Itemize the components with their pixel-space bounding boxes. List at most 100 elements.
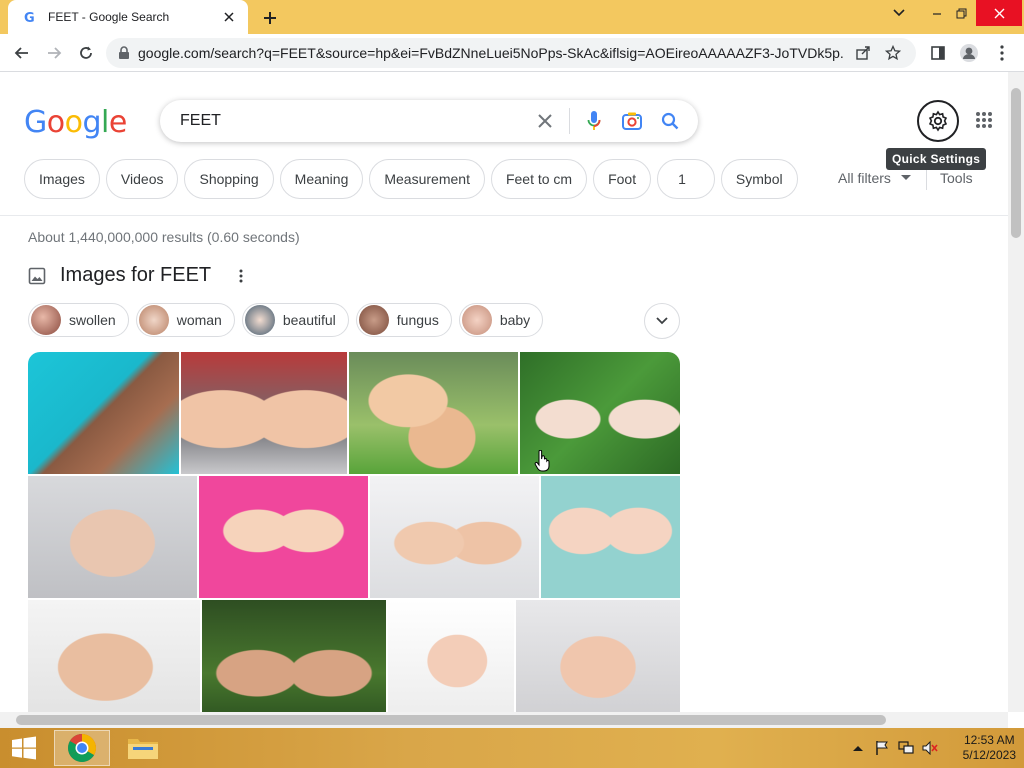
search-box[interactable]: FEET: [160, 100, 698, 142]
related-chip-woman[interactable]: woman: [135, 303, 235, 337]
image-result[interactable]: [28, 476, 197, 598]
camera-lens-icon[interactable]: [618, 107, 646, 135]
svg-text:G: G: [24, 11, 35, 24]
share-icon[interactable]: [852, 42, 874, 64]
more-options-icon[interactable]: [231, 266, 251, 286]
tab-close-icon[interactable]: [220, 8, 238, 26]
profile-avatar-icon[interactable]: [957, 41, 981, 65]
image-result[interactable]: [388, 600, 514, 712]
new-tab-icon[interactable]: [258, 6, 282, 30]
logo-letter: l: [101, 105, 109, 140]
related-chip-baby[interactable]: baby: [458, 303, 544, 337]
clock-date: 5/12/2023: [962, 748, 1016, 762]
filter-chip-videos[interactable]: Videos: [105, 159, 179, 199]
clear-search-icon[interactable]: [531, 107, 559, 135]
filter-chip-symbol[interactable]: Symbol: [720, 159, 798, 199]
action-center-flag-icon[interactable]: [874, 740, 890, 756]
image-result[interactable]: [28, 352, 179, 474]
logo-letter: g: [82, 105, 102, 140]
tab-search-chevron-icon[interactable]: [884, 0, 914, 26]
voice-search-microphone-icon[interactable]: [580, 107, 608, 135]
filter-chip-1[interactable]: 1: [657, 159, 715, 199]
all-filters-button[interactable]: All filters: [838, 170, 911, 186]
chip-thumbnail: [358, 305, 389, 335]
google-apps-grid-icon[interactable]: [972, 108, 996, 132]
restore-icon[interactable]: [946, 0, 976, 26]
related-chip-label: swollen: [69, 312, 116, 328]
filter-chip-feet-to-cm[interactable]: Feet to cm: [490, 159, 588, 199]
image-result[interactable]: [28, 600, 200, 712]
dropdown-caret-icon: [900, 175, 911, 181]
images-heading[interactable]: Images for FEET: [60, 264, 211, 287]
image-result[interactable]: [541, 476, 680, 598]
logo-letter: o: [64, 105, 83, 140]
image-row: [28, 352, 680, 474]
window-close-icon[interactable]: [976, 0, 1022, 26]
tab-title: FEET - Google Search: [48, 10, 170, 24]
image-result[interactable]: [181, 352, 347, 474]
vertical-scrollbar[interactable]: [1008, 72, 1024, 712]
filter-chip-shopping[interactable]: Shopping: [184, 159, 274, 199]
back-arrow-icon[interactable]: [10, 41, 34, 65]
image-row: [28, 476, 680, 598]
related-chip-label: fungus: [396, 312, 439, 328]
filter-chip-foot[interactable]: Foot: [593, 159, 652, 199]
image-icon: [28, 267, 46, 285]
horizontal-scroll-thumb[interactable]: [16, 715, 886, 725]
logo-letter: G: [24, 105, 47, 140]
image-result[interactable]: [349, 352, 518, 474]
file-explorer-folder-icon[interactable]: [120, 730, 166, 766]
related-chip-label: beautiful: [282, 312, 336, 328]
related-chip-swollen[interactable]: swollen: [28, 303, 129, 337]
network-icon[interactable]: [898, 740, 914, 756]
quick-settings-tooltip: Quick Settings: [886, 148, 987, 170]
search-results-page: Google FEET Quick Settings Images Videos…: [0, 72, 1008, 712]
chip-thumbnail: [138, 305, 169, 335]
result-stats: About 1,440,000,000 results (0.60 second…: [28, 229, 300, 245]
side-panel-icon[interactable]: [926, 41, 950, 65]
mouse-pointer-hand-icon: [534, 449, 550, 472]
chip-thumbnail: [31, 305, 61, 335]
filter-chip-measurement[interactable]: Measurement: [369, 159, 485, 199]
filter-divider: [926, 170, 927, 190]
image-result[interactable]: [202, 600, 386, 712]
address-bar[interactable]: google.com/search?q=FEET&source=hp&ei=Fv…: [106, 38, 916, 68]
reload-icon[interactable]: [74, 41, 98, 65]
header-divider: [0, 215, 1008, 216]
search-divider: [569, 108, 570, 134]
windows-start-icon[interactable]: [6, 730, 42, 766]
browser-tab[interactable]: G FEET - Google Search: [8, 0, 248, 34]
related-chip-beautiful[interactable]: beautiful: [241, 303, 349, 337]
filter-chip-images[interactable]: Images: [24, 159, 100, 199]
image-results-grid: [28, 352, 680, 712]
bookmark-star-icon[interactable]: [882, 42, 904, 64]
forward-arrow-icon[interactable]: [42, 41, 66, 65]
image-result[interactable]: [370, 476, 539, 598]
image-result[interactable]: [516, 600, 680, 712]
browser-menu-icon[interactable]: [990, 41, 1014, 65]
logo-letter: e: [108, 105, 127, 140]
chip-thumbnail: [461, 305, 492, 335]
vertical-scroll-thumb[interactable]: [1011, 88, 1021, 238]
search-input[interactable]: FEET: [180, 112, 521, 130]
volume-muted-icon[interactable]: [922, 740, 938, 756]
tools-button[interactable]: Tools: [940, 170, 973, 186]
logo-letter: o: [46, 105, 65, 140]
all-filters-label: All filters: [838, 170, 891, 186]
url-text: google.com/search?q=FEET&source=hp&ei=Fv…: [138, 45, 844, 61]
image-row: [28, 600, 680, 712]
expand-chips-chevron-icon[interactable]: [644, 303, 680, 339]
related-chip-label: baby: [499, 312, 531, 328]
image-result[interactable]: [199, 476, 368, 598]
search-icon[interactable]: [656, 107, 684, 135]
system-clock[interactable]: 12:53 AM 5/12/2023: [963, 733, 1016, 763]
related-chip-fungus[interactable]: fungus: [355, 303, 452, 337]
show-hidden-icons-arrow-icon[interactable]: [850, 740, 866, 756]
chrome-taskbar-icon[interactable]: [54, 730, 110, 766]
google-logo[interactable]: Google: [24, 105, 127, 140]
chip-thumbnail: [244, 305, 275, 335]
filter-chip-meaning[interactable]: Meaning: [279, 159, 364, 199]
horizontal-scrollbar[interactable]: [0, 712, 1008, 728]
lock-icon[interactable]: [118, 46, 130, 60]
quick-settings-gear-icon[interactable]: [917, 100, 959, 142]
